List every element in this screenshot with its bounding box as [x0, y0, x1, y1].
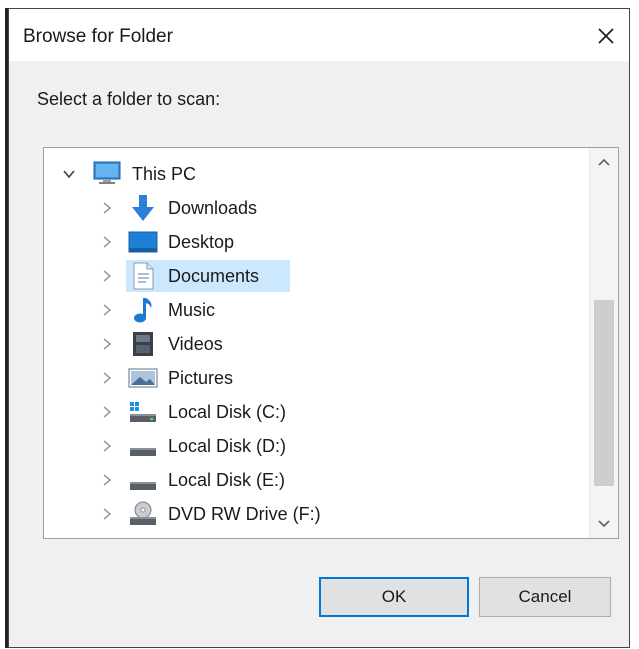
documents-icon — [128, 261, 158, 291]
tree-item-this-pc[interactable]: This PC — [44, 158, 584, 190]
tree-item-local-disk-e[interactable]: Local Disk (E:) — [44, 464, 584, 496]
dvd-drive-icon — [128, 499, 158, 529]
tree-item-label: Desktop — [168, 232, 235, 252]
title-bar: Browse for Folder — [9, 9, 629, 61]
close-button[interactable] — [589, 19, 623, 53]
videos-icon — [128, 329, 158, 359]
computer-icon — [92, 159, 122, 189]
chevron-right-icon[interactable] — [100, 405, 114, 419]
tree-item-label: Music — [168, 300, 216, 320]
tree-item-label: Local Disk (C:) — [168, 402, 287, 422]
downloads-icon — [128, 193, 158, 223]
chevron-right-icon[interactable] — [100, 337, 114, 351]
tree-item-desktop[interactable]: Desktop — [44, 226, 584, 258]
chevron-right-icon[interactable] — [100, 303, 114, 317]
ok-button[interactable]: OK — [319, 577, 469, 617]
chevron-up-icon — [598, 158, 610, 166]
pictures-icon — [128, 363, 158, 393]
drive-icon — [128, 431, 158, 461]
tree-item-dvd-rw-drive-f[interactable]: DVD RW Drive (F:) — [44, 498, 584, 530]
desktop-icon — [128, 227, 158, 257]
tree-item-label: This PC — [132, 164, 197, 184]
tree-item-music[interactable]: Music — [44, 294, 584, 326]
chevron-right-icon[interactable] — [100, 473, 114, 487]
tree-item-label: Documents — [168, 266, 260, 286]
chevron-right-icon[interactable] — [100, 439, 114, 453]
music-icon — [128, 295, 158, 325]
chevron-right-icon[interactable] — [100, 371, 114, 385]
dialog-title: Browse for Folder — [23, 26, 173, 47]
tree-item-local-disk-c[interactable]: Local Disk (C:) — [44, 396, 584, 428]
cancel-button[interactable]: Cancel — [479, 577, 611, 617]
folder-tree[interactable]: This PC Downloads Desktop Documents Musi… — [43, 147, 619, 539]
chevron-right-icon[interactable] — [100, 269, 114, 283]
tree-item-label: Videos — [168, 334, 223, 354]
tree-item-label: Pictures — [168, 368, 234, 388]
chevron-right-icon[interactable] — [100, 507, 114, 521]
close-icon — [598, 28, 614, 44]
tree-item-local-disk-d[interactable]: Local Disk (D:) — [44, 430, 584, 462]
chevron-down-icon[interactable] — [62, 167, 76, 181]
tree-item-label: Downloads — [168, 198, 258, 218]
tree-item-label: DVD RW Drive (F:) — [168, 504, 321, 524]
chevron-right-icon[interactable] — [100, 235, 114, 249]
scroll-down-button[interactable] — [590, 508, 618, 538]
tree-item-label: Local Disk (D:) — [168, 436, 287, 456]
drive-icon — [128, 465, 158, 495]
tree-item-label: Local Disk (E:) — [168, 470, 286, 490]
chevron-right-icon[interactable] — [100, 201, 114, 215]
system-drive-icon — [128, 397, 158, 427]
tree-item-downloads[interactable]: Downloads — [44, 192, 584, 224]
chevron-down-icon — [598, 520, 610, 528]
vertical-scrollbar[interactable] — [589, 148, 618, 538]
tree-item-pictures[interactable]: Pictures — [44, 362, 584, 394]
scrollbar-thumb[interactable] — [594, 300, 614, 486]
scroll-up-button[interactable] — [590, 148, 618, 178]
browse-for-folder-dialog: Browse for Folder Select a folder to sca… — [8, 8, 630, 648]
tree-item-videos[interactable]: Videos — [44, 328, 584, 360]
tree-item-documents[interactable]: Documents — [44, 260, 584, 292]
dialog-prompt: Select a folder to scan: — [37, 89, 221, 109]
